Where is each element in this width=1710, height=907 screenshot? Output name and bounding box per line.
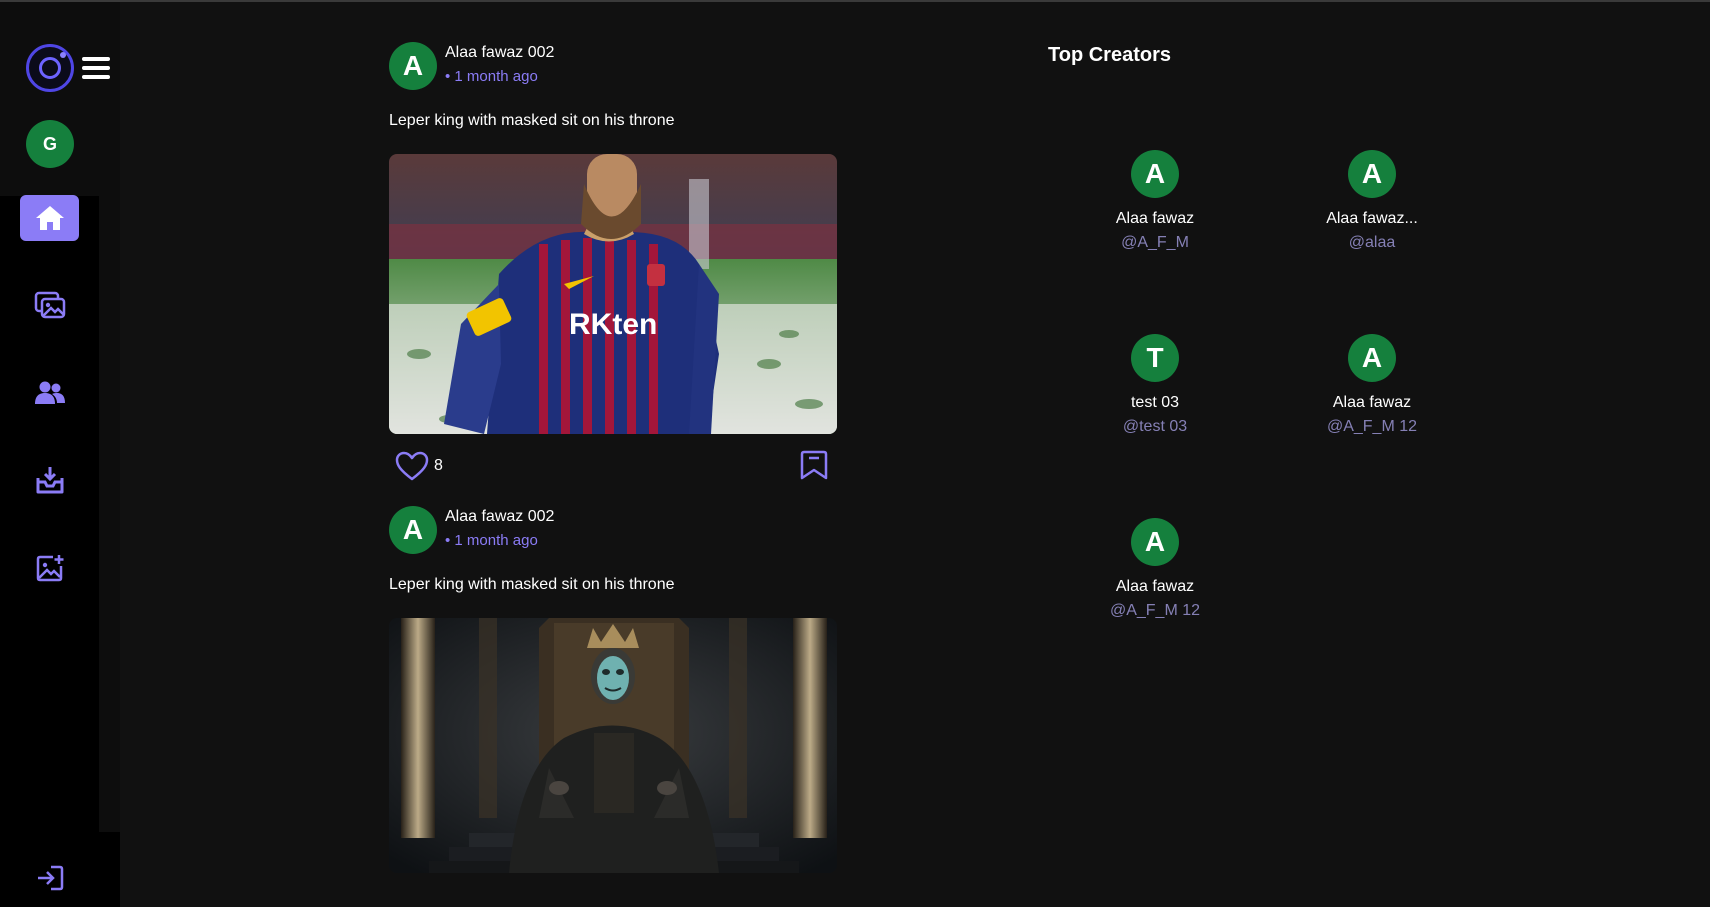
creator-card[interactable]: A Alaa fawaz @A_F_M 12 bbox=[1075, 518, 1235, 620]
nav-create[interactable] bbox=[20, 545, 79, 591]
post-caption: Leper king with masked sit on his throne bbox=[389, 576, 675, 593]
post-image[interactable] bbox=[389, 618, 837, 873]
masked-king-throne-image bbox=[389, 618, 837, 873]
creator-name: Alaa fawaz bbox=[1332, 394, 1412, 411]
app-logo-icon[interactable] bbox=[26, 44, 74, 92]
heart-icon[interactable] bbox=[395, 451, 429, 481]
post-author-name[interactable]: Alaa fawaz 002 bbox=[445, 44, 554, 62]
creator-handle: @A_F_M 12 bbox=[1326, 418, 1418, 435]
nav-home[interactable] bbox=[20, 195, 79, 241]
post-image[interactable]: RKten bbox=[389, 154, 837, 434]
bookmark-icon[interactable] bbox=[799, 449, 829, 481]
user-avatar[interactable]: G bbox=[26, 120, 74, 168]
creator-avatar: A bbox=[1348, 334, 1396, 382]
creator-handle: @A_F_M 12 bbox=[1109, 602, 1201, 619]
creator-handle: @test 03 bbox=[1122, 418, 1188, 435]
post-actions: 8 bbox=[389, 448, 837, 484]
creator-card[interactable]: A Alaa fawaz @A_F_M 12 bbox=[1292, 334, 1452, 436]
images-icon bbox=[34, 291, 65, 319]
svg-text:RKten: RKten bbox=[569, 308, 657, 341]
post-timestamp: • 1 month ago bbox=[445, 68, 538, 85]
like-count: 8 bbox=[434, 457, 443, 474]
creator-name: Alaa fawaz bbox=[1115, 578, 1195, 595]
post-timestamp: • 1 month ago bbox=[445, 532, 538, 549]
creator-name: Alaa fawaz bbox=[1115, 210, 1195, 227]
creator-card[interactable]: A Alaa fawaz @A_F_M bbox=[1075, 150, 1235, 252]
post-caption: Leper king with masked sit on his throne bbox=[389, 112, 675, 129]
nav-gallery[interactable] bbox=[20, 282, 79, 328]
home-icon bbox=[35, 206, 64, 230]
image-add-icon bbox=[36, 555, 63, 582]
nav-saved[interactable] bbox=[20, 457, 79, 503]
creator-handle: @A_F_M bbox=[1121, 234, 1189, 251]
post-card: A Alaa fawaz 002 • 1 month ago Leper kin… bbox=[389, 506, 837, 905]
creator-card[interactable]: T test 03 @test 03 bbox=[1075, 334, 1235, 436]
creator-name: test 03 bbox=[1130, 394, 1180, 411]
post-author-avatar[interactable]: A bbox=[389, 506, 437, 554]
soccer-player-image: RKten bbox=[389, 154, 837, 434]
top-creators-title: Top Creators bbox=[1048, 44, 1171, 66]
users-icon bbox=[34, 381, 65, 404]
creator-avatar: A bbox=[1348, 150, 1396, 198]
post-author-name[interactable]: Alaa fawaz 002 bbox=[445, 508, 554, 526]
window-top-border bbox=[0, 0, 1710, 2]
creator-avatar: A bbox=[1131, 150, 1179, 198]
logout-icon bbox=[37, 865, 63, 891]
creator-card[interactable]: A Alaa fawaz... @alaa bbox=[1292, 150, 1452, 252]
logout-button[interactable] bbox=[20, 855, 79, 901]
save-tray-icon bbox=[36, 467, 63, 494]
creator-avatar: A bbox=[1131, 518, 1179, 566]
creator-avatar: T bbox=[1131, 334, 1179, 382]
creator-name: Alaa fawaz... bbox=[1326, 210, 1418, 227]
creator-handle: @alaa bbox=[1348, 234, 1396, 251]
menu-toggle-icon[interactable] bbox=[82, 57, 110, 79]
post-author-avatar[interactable]: A bbox=[389, 42, 437, 90]
nav-people[interactable] bbox=[20, 370, 79, 416]
post-card: A Alaa fawaz 002 • 1 month ago Leper kin… bbox=[389, 42, 837, 482]
left-sidebar: G bbox=[0, 2, 120, 907]
